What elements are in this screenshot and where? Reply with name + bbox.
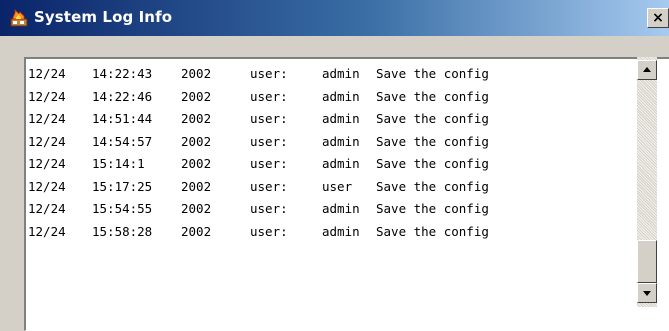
- log-time: 14:51:44: [92, 111, 153, 126]
- log-username: admin: [322, 223, 360, 239]
- log-row[interactable]: 12/24 15:17:25 2002 user: user Save the confi…: [28, 176, 643, 199]
- log-time: 15:58:28: [92, 223, 153, 239]
- log-action: Save the config: [376, 88, 489, 104]
- log-date: 12/24: [28, 66, 66, 81]
- log-list: 12/24 14:22:43 2002 user: admin Save the conf…: [28, 63, 643, 243]
- log-row[interactable]: 12/24 14:51:44 2002 user: admin Save the conf…: [28, 108, 643, 131]
- log-time: 14:22:43: [92, 66, 153, 81]
- log-year: 2002: [181, 111, 212, 126]
- log-date: 12/24: [28, 223, 66, 239]
- window-content: 12/24 14:22:43 2002 user: admin Save the conf…: [0, 36, 669, 331]
- log-date: 12/24: [28, 201, 66, 216]
- arrow-down-icon: [643, 291, 651, 296]
- log-year: 2002: [181, 178, 212, 194]
- log-user-label: user:: [250, 156, 288, 171]
- log-username: admin: [322, 156, 360, 171]
- log-username: admin: [322, 201, 360, 216]
- close-button[interactable]: ×: [647, 8, 669, 28]
- log-username: admin: [322, 88, 360, 104]
- log-date: 12/24: [28, 178, 66, 194]
- log-username: admin: [322, 133, 360, 149]
- log-year: 2002: [181, 88, 212, 104]
- log-action: Save the config: [376, 223, 489, 239]
- log-date: 12/24: [28, 111, 66, 126]
- log-user-label: user:: [250, 66, 288, 81]
- log-username: admin: [322, 111, 360, 126]
- log-row[interactable]: 12/24 14:54:57 2002 user: admin Save the conf…: [28, 131, 643, 154]
- log-listbox[interactable]: 12/24 14:22:43 2002 user: admin Save the conf…: [24, 57, 669, 331]
- log-action: Save the config: [376, 156, 489, 171]
- log-action: Save the config: [376, 66, 489, 81]
- log-time: 15:54:55: [92, 201, 153, 216]
- log-row[interactable]: 12/24 15:54:55 2002 user: admin Save the conf…: [28, 198, 643, 221]
- log-date: 12/24: [28, 88, 66, 104]
- log-action: Save the config: [376, 178, 489, 194]
- log-user-label: user:: [250, 133, 288, 149]
- log-action: Save the config: [376, 201, 489, 216]
- log-year: 2002: [181, 201, 212, 216]
- scroll-up-button[interactable]: [637, 60, 657, 80]
- log-user-label: user:: [250, 223, 288, 239]
- system-log-window: System Log Info × 12/24 14:22:43 2002 user:…: [0, 0, 669, 331]
- log-row[interactable]: 12/24 14:22:43 2002 user: admin Save the conf…: [28, 63, 643, 86]
- log-time: 15:14:1: [92, 156, 145, 171]
- log-username: user: [322, 178, 353, 194]
- log-year: 2002: [181, 133, 212, 149]
- log-year: 2002: [181, 156, 212, 171]
- log-year: 2002: [181, 66, 212, 81]
- log-user-label: user:: [250, 111, 288, 126]
- scroll-thumb[interactable]: [637, 240, 657, 283]
- scroll-down-button[interactable]: [637, 283, 657, 303]
- log-time: 14:54:57: [92, 133, 153, 149]
- vertical-scrollbar[interactable]: [637, 57, 657, 307]
- log-row[interactable]: 12/24 15:14:1 2002 user: admin Save the confi…: [28, 153, 643, 176]
- log-time: 14:22:46: [92, 88, 153, 104]
- log-year: 2002: [181, 223, 212, 239]
- log-date: 12/24: [28, 133, 66, 149]
- log-user-label: user:: [250, 178, 288, 194]
- log-date: 12/24: [28, 156, 66, 171]
- title-bar[interactable]: System Log Info ×: [0, 0, 669, 36]
- log-username: admin: [322, 66, 360, 81]
- log-action: Save the config: [376, 111, 489, 126]
- arrow-up-icon: [643, 67, 651, 72]
- log-time: 15:17:25: [92, 178, 153, 194]
- app-flame-icon: [10, 9, 28, 27]
- log-action: Save the config: [376, 133, 489, 149]
- log-row[interactable]: 12/24 14:22:46 2002 user: admin Save the conf…: [28, 86, 643, 109]
- window-title: System Log Info: [34, 8, 173, 26]
- log-row[interactable]: 12/24 15:58:28 2002 user: admin Save the conf…: [28, 221, 643, 244]
- log-user-label: user:: [250, 88, 288, 104]
- log-user-label: user:: [250, 201, 288, 216]
